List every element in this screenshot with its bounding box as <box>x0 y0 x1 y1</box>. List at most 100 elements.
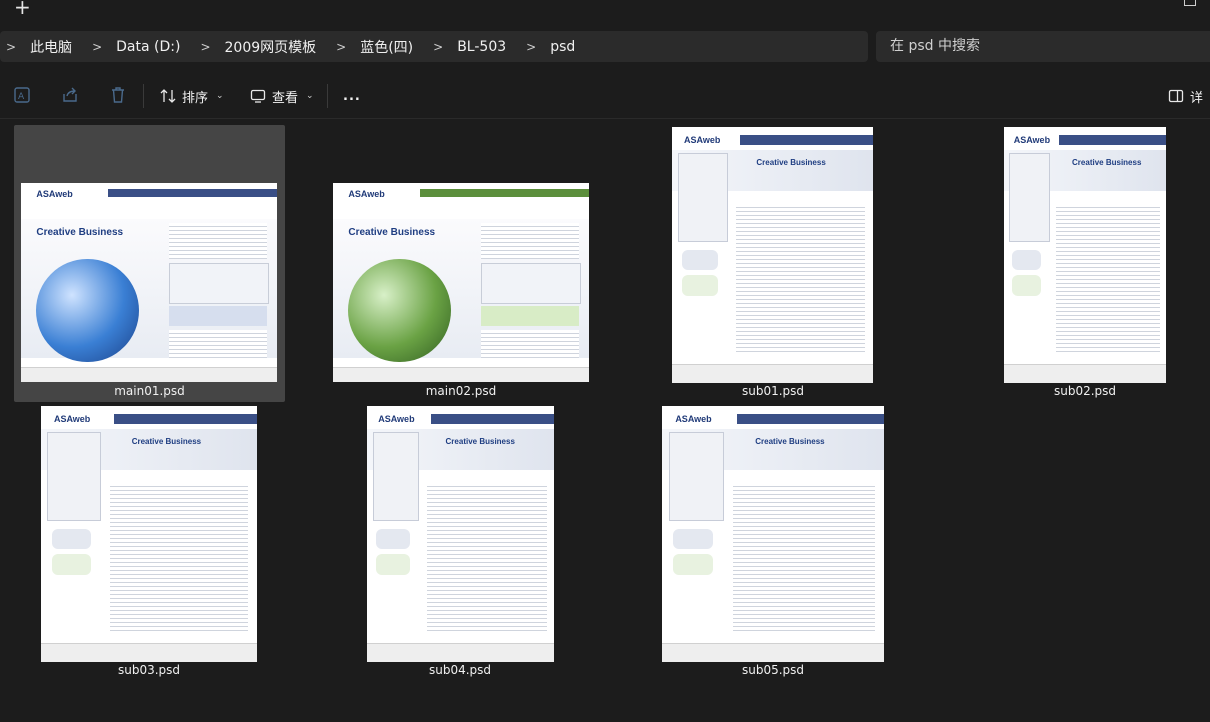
globe-image <box>36 258 139 363</box>
breadcrumb-item[interactable]: Data (D:) <box>116 39 180 55</box>
breadcrumb-chevron-icon[interactable]: > <box>526 40 536 54</box>
address-bar[interactable]: > 此电脑 > Data (D:) > 2009网页模板 > 蓝色(四) > B… <box>0 31 868 62</box>
thumbnail-nav <box>737 413 884 424</box>
sidebar-badge-image <box>376 554 410 575</box>
thumbnail-nav <box>114 413 257 424</box>
thumbnail-headline: Creative Business <box>131 436 202 446</box>
globe-image <box>348 258 451 363</box>
thumbnail-intro <box>169 306 267 327</box>
thumbnail-logo: ASAweb <box>36 188 73 199</box>
more-options-button[interactable]: ... <box>343 83 361 109</box>
breadcrumb-item[interactable]: 此电脑 <box>30 37 72 57</box>
details-pane-button[interactable]: 详 <box>1168 83 1203 109</box>
thumbnail-body-text <box>736 203 865 353</box>
file-name-label: sub03.psd <box>117 663 181 677</box>
sort-label: 排序 <box>182 90 209 106</box>
thumbnail-intro <box>481 306 579 327</box>
file-name-label: main02.psd <box>425 384 497 398</box>
thumbnail-news <box>169 222 267 259</box>
sidebar-badge-image <box>1012 249 1042 271</box>
thumbnail-footer <box>21 367 277 382</box>
breadcrumb-item[interactable]: 2009网页模板 <box>225 37 317 57</box>
thumbnail-logo: ASAweb <box>53 413 91 424</box>
thumbnail-body-text <box>426 482 547 632</box>
command-bar: A 排序 ⌄ 查看 ⌄ ... 详 <box>0 72 1210 118</box>
breadcrumb-item-current[interactable]: psd <box>550 39 575 55</box>
breadcrumb-item[interactable]: BL-503 <box>457 39 506 55</box>
delete-icon[interactable] <box>107 84 129 106</box>
rename-icon[interactable]: A <box>11 84 33 106</box>
toolbar-divider <box>327 84 328 108</box>
breadcrumb: > 此电脑 > Data (D:) > 2009网页模板 > 蓝色(四) > B… <box>0 31 575 62</box>
thumbnail-logo: ASAweb <box>378 413 415 424</box>
view-button[interactable]: 查看 ⌄ <box>250 83 314 109</box>
svg-text:A: A <box>18 92 25 102</box>
thumbnail-footer <box>672 364 873 383</box>
breadcrumb-chevron-icon[interactable]: > <box>200 40 210 54</box>
thumbnail-body-text <box>733 482 876 632</box>
thumbnail-headline: Creative Business <box>756 157 826 167</box>
breadcrumb-chevron-icon[interactable]: > <box>6 40 16 54</box>
file-thumbnail[interactable]: ASAweb Creative Business <box>1004 127 1166 383</box>
tab-strip: + <box>0 0 1210 22</box>
thumbnail-headline: Creative Business <box>755 436 825 446</box>
file-thumbnail[interactable]: ASAweb Creative Business <box>367 406 554 662</box>
thumbnail-footer <box>41 643 257 662</box>
view-icon <box>250 89 266 103</box>
thumbnail-links <box>169 330 267 359</box>
thumbnail-headline: Creative Business <box>348 226 436 238</box>
thumbnail-nav <box>740 134 873 145</box>
thumbnail-nav <box>430 413 554 424</box>
sort-button[interactable]: 排序 ⌄ <box>160 83 224 109</box>
file-thumbnail[interactable]: ASAweb Creative Business <box>672 127 873 383</box>
search-placeholder: 在 psd 中搜索 <box>890 38 980 54</box>
file-thumbnail[interactable]: ASAweb Creative Business <box>662 406 884 662</box>
sidebar-badge-image <box>1012 275 1042 296</box>
details-label: 详 <box>1190 90 1204 106</box>
thumbnail-news <box>481 222 579 259</box>
thumbnail-sidebar <box>372 431 420 521</box>
share-icon[interactable] <box>59 84 81 106</box>
file-name-label: sub04.psd <box>428 663 492 677</box>
sort-icon <box>160 89 176 103</box>
thumbnail-nav <box>108 188 277 197</box>
sidebar-badge-image <box>51 554 91 575</box>
new-tab-button[interactable]: + <box>14 0 31 18</box>
thumbnail-product <box>481 262 581 305</box>
details-pane-icon <box>1168 89 1184 103</box>
breadcrumb-item[interactable]: 蓝色(四) <box>360 37 413 57</box>
thumbnail-logo: ASAweb <box>348 188 385 199</box>
thumbnail-sidebar <box>1008 152 1050 242</box>
thumbnail-sidebar <box>668 431 724 521</box>
thumbnail-product <box>169 262 269 305</box>
file-thumbnail[interactable]: ASAweb Creative Business <box>21 183 277 382</box>
file-thumbnail[interactable]: ASAweb Creative Business <box>333 183 589 382</box>
view-label: 查看 <box>272 90 299 106</box>
thumbnail-logo: ASAweb <box>684 134 721 145</box>
thumbnail-body-text <box>1055 203 1160 353</box>
thumbnail-sidebar <box>678 152 729 242</box>
sidebar-badge-image <box>376 528 410 550</box>
sidebar-badge-image <box>682 249 719 271</box>
thumbnail-footer <box>1004 364 1166 383</box>
sidebar-badge-image <box>673 528 714 550</box>
file-name-label: sub01.psd <box>741 384 805 398</box>
breadcrumb-chevron-icon[interactable]: > <box>433 40 443 54</box>
toolbar-divider <box>143 84 144 108</box>
thumbnail-nav <box>1059 134 1166 145</box>
thumbnail-headline: Creative Business <box>36 226 124 238</box>
breadcrumb-chevron-icon[interactable]: > <box>336 40 346 54</box>
thumbnail-headline: Creative Business <box>445 436 515 446</box>
thumbnail-footer <box>333 367 589 382</box>
thumbnail-logo: ASAweb <box>1013 134 1051 145</box>
thumbnail-footer <box>662 643 884 662</box>
thumbnail-nav <box>420 188 589 197</box>
breadcrumb-chevron-icon[interactable]: > <box>92 40 102 54</box>
thumbnail-headline: Creative Business <box>1072 157 1142 167</box>
file-thumbnail[interactable]: ASAweb Creative Business <box>41 406 257 662</box>
sidebar-badge-image <box>682 275 719 296</box>
thumbnail-footer <box>367 643 554 662</box>
toolbar-divider-line <box>0 118 1210 119</box>
search-box[interactable]: 在 psd 中搜索 <box>876 31 1210 62</box>
window-control-icon[interactable] <box>1184 0 1196 6</box>
